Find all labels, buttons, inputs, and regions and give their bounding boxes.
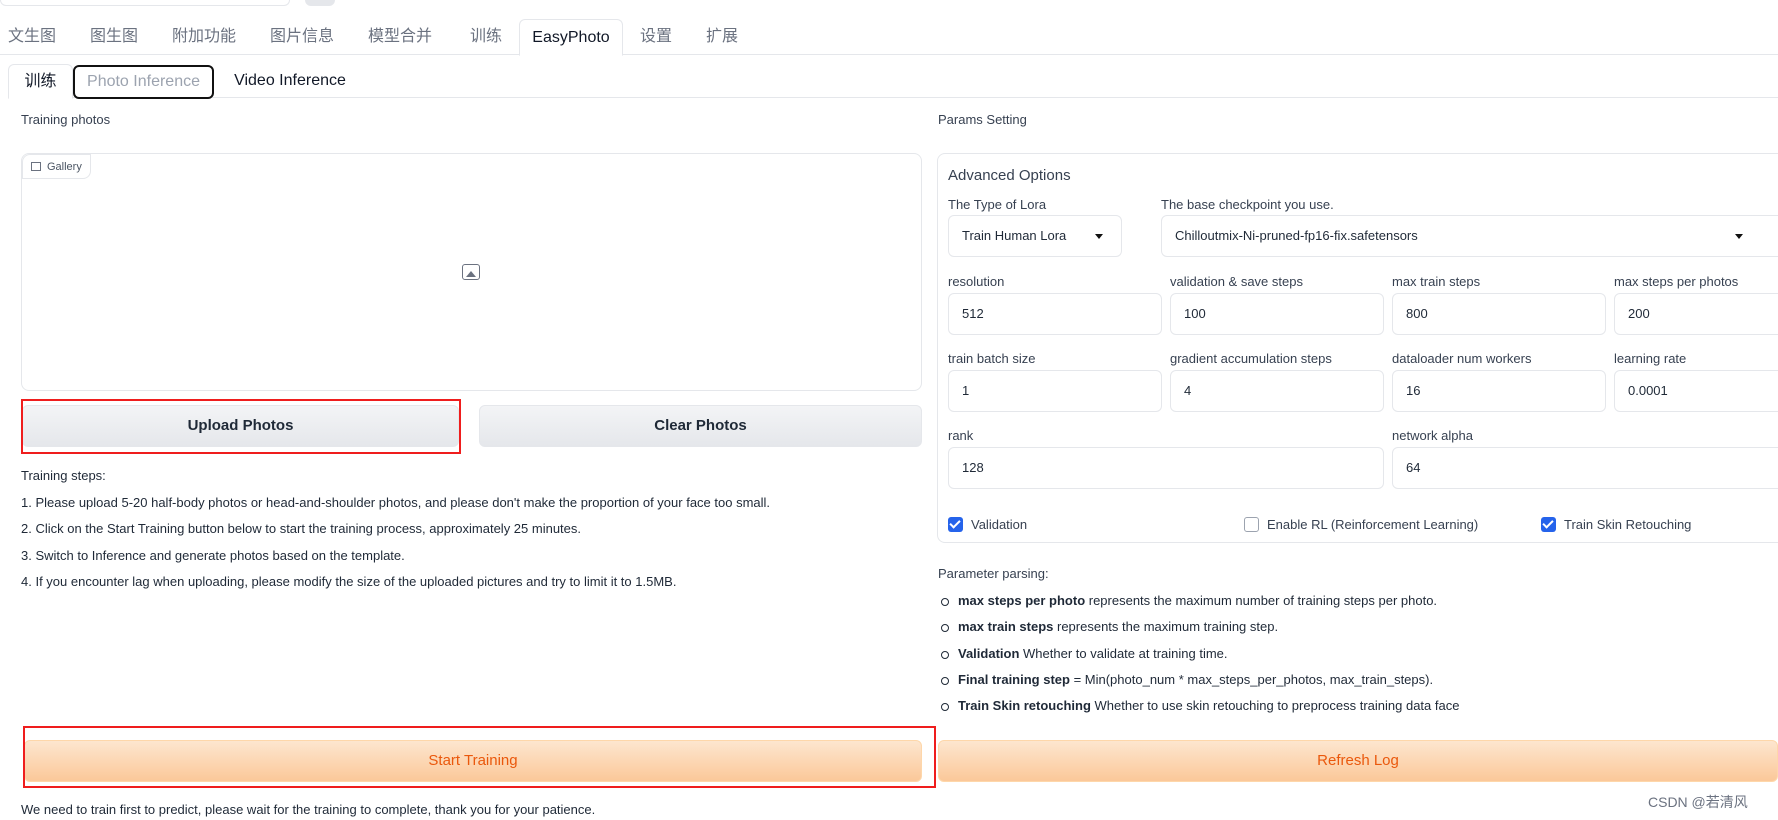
gallery-badge: Gallery	[22, 154, 91, 179]
training-footer-note: We need to train first to predict, pleas…	[21, 802, 596, 817]
max-train-steps-input[interactable]: 800	[1392, 293, 1606, 335]
parsing-item: Final training step = Min(photo_num * ma…	[940, 672, 1434, 687]
grad-accum-input[interactable]: 4	[1170, 370, 1384, 412]
parsing-item: max train steps represents the maximum t…	[940, 619, 1279, 634]
tab-extensions[interactable]: 扩展	[694, 19, 750, 55]
parsing-key: Validation	[958, 646, 1020, 661]
checkpoint-select[interactable]: Chilloutmix-Ni-pruned-fp16-fix.safetenso…	[1161, 215, 1778, 257]
training-step-4: 4. If you encounter lag when uploading, …	[21, 574, 677, 589]
prompt-input-edge[interactable]	[0, 0, 290, 6]
checkpoint-value: Chilloutmix-Ni-pruned-fp16-fix.safetenso…	[1175, 228, 1418, 243]
subtab-photo-inference[interactable]: Photo Inference	[73, 65, 214, 99]
resolution-input[interactable]: 512	[948, 293, 1162, 335]
advanced-options-panel: Advanced Options The Type of Lora Train …	[937, 153, 1778, 543]
parameter-parsing-title: Parameter parsing:	[938, 566, 1049, 581]
rank-label: rank	[948, 428, 974, 443]
batch-size-label: train batch size	[948, 351, 1036, 366]
parsing-text: Whether to use skin retouching to prepro…	[1090, 698, 1460, 713]
skin-retouch-checkbox-label: Train Skin Retouching	[1564, 517, 1692, 532]
top-button-edge[interactable]	[305, 0, 335, 6]
lora-type-value: Train Human Lora	[962, 228, 1067, 243]
lora-type-select[interactable]: Train Human Lora	[948, 215, 1122, 257]
training-steps-title: Training steps:	[21, 468, 106, 483]
parsing-item: Validation Whether to validate at traini…	[941, 646, 1228, 661]
tab-extras[interactable]: 附加功能	[164, 19, 244, 55]
parsing-text: represents the maximum training step.	[1053, 619, 1279, 634]
validation-checkbox[interactable]	[948, 517, 963, 532]
main-tab-bar: 文生图 图生图 附加功能 图片信息 模型合并 训练 EasyPhoto 设置 扩…	[0, 19, 1778, 56]
learning-rate-input[interactable]: 0.0001	[1614, 370, 1778, 412]
highlight-box-start	[23, 726, 936, 788]
refresh-log-button[interactable]: Refresh Log	[938, 740, 1778, 782]
workers-input[interactable]: 16	[1392, 370, 1606, 412]
clear-photos-button[interactable]: Clear Photos	[479, 405, 922, 447]
tab-settings[interactable]: 设置	[628, 19, 684, 55]
tab-img2img[interactable]: 图生图	[82, 19, 146, 55]
val-steps-label: validation & save steps	[1170, 274, 1303, 289]
parsing-item: max steps per photo represents the maxim…	[940, 593, 1438, 608]
tab-easyphoto[interactable]: EasyPhoto	[519, 19, 623, 56]
skin-retouch-checkbox[interactable]	[1541, 517, 1556, 532]
sub-tab-bar: 训练 Photo Inference Video Inference	[8, 64, 1778, 99]
checkpoint-label: The base checkpoint you use.	[1161, 197, 1334, 212]
tab-txt2img[interactable]: 文生图	[0, 19, 64, 55]
parsing-key: Train Skin retouching	[958, 698, 1091, 713]
enable-rl-checkbox[interactable]	[1244, 517, 1259, 532]
network-alpha-input[interactable]: 64	[1392, 447, 1778, 489]
params-setting-label: Params Setting	[938, 112, 1027, 127]
rank-input[interactable]: 128	[948, 447, 1384, 489]
tab-png-info[interactable]: 图片信息	[262, 19, 342, 55]
resolution-label: resolution	[948, 274, 1005, 289]
training-step-3: 3. Switch to Inference and generate phot…	[21, 548, 405, 563]
enable-rl-checkbox-label: Enable RL (Reinforcement Learning)	[1267, 517, 1479, 532]
highlight-box-upload	[21, 399, 461, 454]
max-steps-per-photos-input[interactable]: 200	[1614, 293, 1778, 335]
grad-accum-label: gradient accumulation steps	[1170, 351, 1332, 366]
chevron-down-icon	[1735, 234, 1743, 239]
max-steps-per-photos-label: max steps per photos	[1614, 274, 1739, 289]
parsing-text: Whether to validate at training time.	[1019, 646, 1228, 661]
chevron-down-icon	[1095, 234, 1103, 239]
val-steps-input[interactable]: 100	[1170, 293, 1384, 335]
tab-train[interactable]: 训练	[458, 19, 514, 55]
parsing-item: Train Skin retouching Whether to use ski…	[940, 698, 1460, 713]
batch-size-input[interactable]: 1	[948, 370, 1162, 412]
workers-label: dataloader num workers	[1392, 351, 1532, 366]
advanced-options-title: Advanced Options	[948, 167, 1071, 184]
parsing-key: max steps per photo	[958, 593, 1086, 608]
subtab-train[interactable]: 训练	[8, 64, 73, 99]
validation-checkbox-label: Validation	[971, 517, 1028, 532]
gallery-label: Gallery	[47, 161, 82, 173]
watermark: CSDN @若清风	[1648, 794, 1748, 810]
subtab-video-inference[interactable]: Video Inference	[222, 64, 358, 98]
image-icon	[31, 162, 41, 171]
network-alpha-label: network alpha	[1392, 428, 1473, 443]
parsing-key: max train steps	[958, 619, 1054, 634]
learning-rate-label: learning rate	[1614, 351, 1687, 366]
image-placeholder-icon	[462, 264, 480, 280]
training-step-2: 2. Click on the Start Training button be…	[21, 521, 582, 536]
lora-type-label: The Type of Lora	[948, 197, 1047, 212]
gallery[interactable]: Gallery	[21, 153, 922, 391]
parsing-key: Final training step	[958, 672, 1070, 687]
max-train-steps-label: max train steps	[1392, 274, 1481, 289]
parsing-text: represents the maximum number of trainin…	[1085, 593, 1438, 608]
training-photos-label: Training photos	[21, 112, 111, 127]
tab-checkpoint-merger[interactable]: 模型合并	[360, 19, 440, 55]
parsing-text: = Min(photo_num * max_steps_per_photos, …	[1069, 672, 1434, 687]
training-step-1: 1. Please upload 5-20 half-body photos o…	[21, 495, 771, 510]
